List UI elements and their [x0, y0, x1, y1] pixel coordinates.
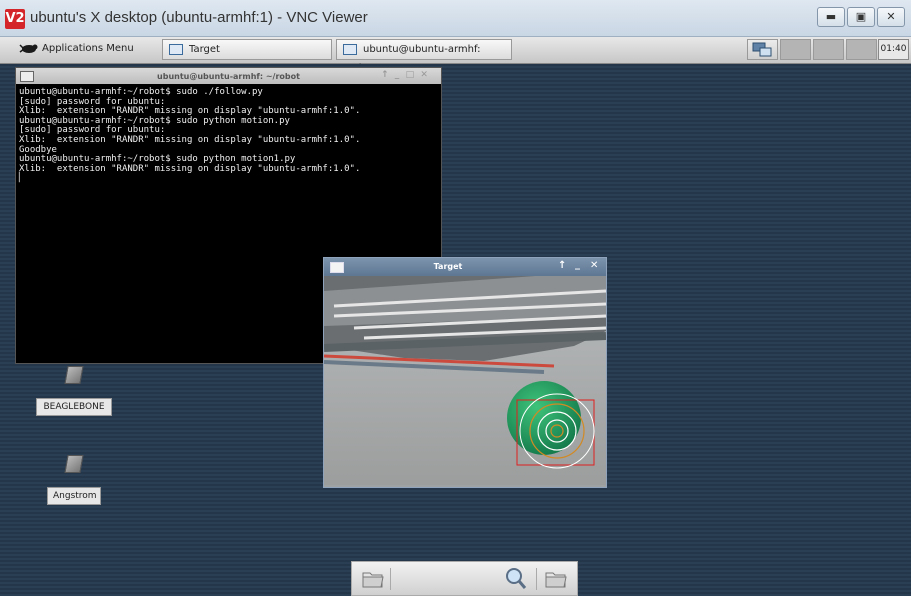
terminal-title-bar[interactable]: ubuntu@ubuntu-armhf: ~/robot ↑ _ □ ✕ [16, 68, 441, 84]
window-icon [169, 43, 183, 55]
restore-button[interactable]: ▣ [847, 7, 875, 27]
restore-icon: ▣ [855, 10, 867, 23]
window-controls[interactable]: ↑ _ □ ✕ [381, 70, 428, 80]
desktop-icon-beaglebone[interactable]: BEAGLEBONE [36, 366, 112, 416]
bottom-dock [351, 561, 578, 596]
target-title: Target [433, 262, 463, 271]
workspace-2[interactable] [780, 39, 811, 60]
camera-image [324, 276, 606, 485]
close-icon: ✕ [886, 10, 896, 23]
terminal-icon [343, 43, 357, 55]
camera-feed [324, 276, 606, 485]
terminal-line: Xlib: extension "RANDR" missing on displ… [19, 134, 361, 145]
vnc-title-bar: V2 ubuntu's X desktop (ubuntu-armhf:1) -… [0, 0, 911, 37]
dock-separator [536, 568, 537, 590]
desktop-icon-label: BEAGLEBONE [36, 398, 112, 416]
applications-menu-label: Applications Menu [42, 43, 134, 54]
minimize-button[interactable]: ▬ [817, 7, 845, 27]
minimize-icon: ▬ [825, 10, 837, 23]
folder-icon[interactable] [362, 568, 384, 590]
desktop-icon-label: Angstrom [47, 487, 101, 505]
dock-separator [390, 568, 391, 590]
workspace-1[interactable] [747, 39, 778, 60]
task-target[interactable]: Target [162, 39, 332, 60]
desktop-icon-angstrom[interactable]: Angstrom [47, 455, 101, 505]
top-panel: Applications Menu Target ubuntu@ubuntu-a… [0, 37, 911, 74]
target-window[interactable]: Target ↑ _ ✕ [323, 257, 607, 488]
terminal-line: Xlib: extension "RANDR" missing on displ… [19, 163, 361, 174]
vnc-logo-icon: V2 [5, 9, 25, 29]
window-title: ubuntu's X desktop (ubuntu-armhf:1) - VN… [30, 9, 368, 26]
xfce-mouse-icon [19, 44, 38, 53]
close-button[interactable]: ✕ [877, 7, 905, 27]
maximize-icon[interactable]: ↑ [558, 260, 566, 271]
search-icon[interactable] [505, 567, 527, 591]
drive-icon [64, 366, 84, 384]
workspace-3[interactable] [813, 39, 844, 60]
target-title-bar[interactable]: Target ↑ _ ✕ [324, 258, 606, 276]
terminal-output[interactable]: ubuntu@ubuntu-armhf:~/robot$ sudo ./foll… [19, 87, 439, 184]
workspace-windows-icon [752, 42, 772, 57]
clock[interactable]: 01:40 [878, 39, 909, 60]
task-terminal[interactable]: ubuntu@ubuntu-armhf: ~/robot [336, 39, 512, 74]
folder-icon[interactable] [545, 568, 567, 590]
minimize-icon[interactable]: _ [575, 259, 580, 270]
terminal-title: ubuntu@ubuntu-armhf: ~/robot [157, 72, 300, 81]
task-label: Target [189, 44, 220, 55]
terminal-line: ▏ [19, 173, 25, 184]
close-icon[interactable]: ✕ [590, 260, 598, 271]
workspace-4[interactable] [846, 39, 877, 60]
applications-menu-button[interactable]: Applications Menu [14, 39, 154, 60]
drive-icon [64, 455, 84, 473]
